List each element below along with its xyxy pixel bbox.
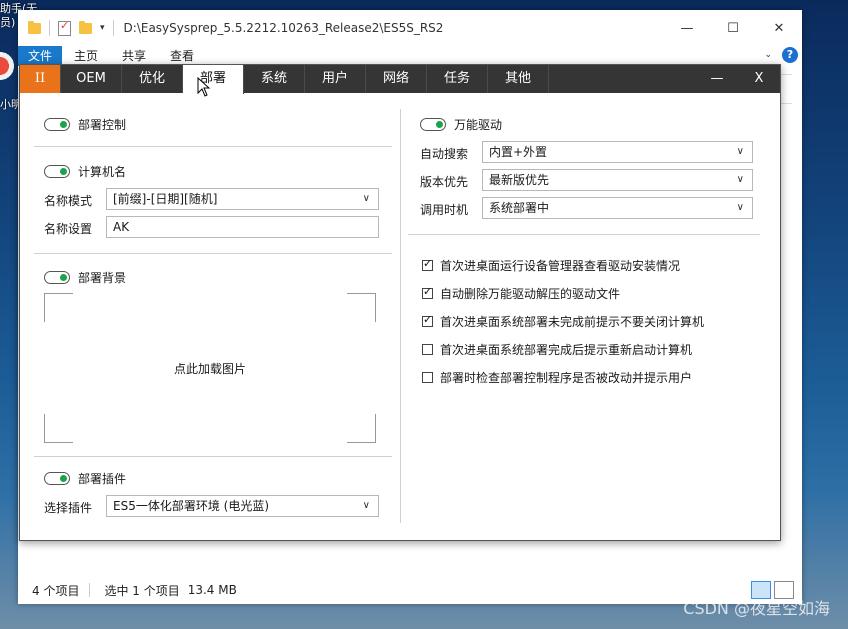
checkbox-label: 自动删除万能驱动解压的驱动文件	[440, 287, 621, 301]
tab-user[interactable]: 用户	[305, 65, 366, 93]
checkbox-checked[interactable]	[422, 257, 433, 271]
dialog-tab-bar: II OEM 优化 部署 系统 用户 网络 任务 其他 — X	[20, 65, 780, 94]
checkbox-row[interactable]: 首次进桌面运行设备管理器查看驱动安装情况	[422, 257, 680, 274]
checkbox-unchecked[interactable]	[422, 344, 433, 355]
tab-optimize[interactable]: 优化	[122, 65, 183, 93]
chevron-down-icon: ∨	[736, 174, 744, 185]
dialog-minimize-button[interactable]: —	[702, 65, 732, 93]
auto-search-value: 内置+外置	[489, 145, 548, 159]
desktop-app-icon[interactable]	[0, 44, 16, 88]
deploy-background-toggle[interactable]	[44, 271, 70, 284]
deploy-plugin-toggle[interactable]	[44, 472, 70, 485]
column-divider	[400, 109, 401, 523]
deploy-plugin-row: 部署插件	[44, 470, 126, 487]
select-plugin-label: 选择插件	[44, 501, 93, 515]
new-folder-icon[interactable]	[79, 20, 92, 34]
help-icon[interactable]: ?	[782, 47, 798, 63]
checkbox-row[interactable]: 首次进桌面系统部署完成后提示重新启动计算机	[422, 341, 692, 358]
chevron-down-icon: ∨	[736, 146, 744, 157]
chevron-down-icon: ∨	[362, 500, 370, 511]
version-priority-label: 版本优先	[420, 175, 469, 189]
select-plugin-value: ES5一体化部署环境 (电光蓝)	[113, 499, 270, 513]
divider	[34, 146, 392, 147]
select-plugin-select[interactable]: ES5一体化部署环境 (电光蓝) ∨	[106, 495, 379, 517]
name-setting-input[interactable]: AK	[106, 216, 379, 238]
version-priority-select[interactable]: 最新版优先 ∨	[482, 169, 753, 191]
universal-driver-label: 万能驱动	[454, 118, 503, 132]
call-timing-value: 系统部署中	[489, 201, 550, 215]
customize-toolbar-icon[interactable]: ▾	[100, 23, 105, 33]
chevron-down-icon: ∨	[362, 193, 370, 204]
divider	[49, 20, 50, 36]
selected-count: 选中 1 个项目	[104, 583, 180, 598]
window-path-title: D:\EasySysprep_5.5.2212.10263_Release2\E…	[123, 21, 444, 35]
deploy-plugin-label: 部署插件	[78, 472, 127, 486]
tab-deploy[interactable]: 部署	[183, 65, 244, 94]
load-image-label: 点此加载图片	[173, 361, 246, 376]
name-mode-select[interactable]: [前缀]-[日期][随机] ∨	[106, 188, 379, 210]
divider	[408, 234, 760, 235]
tab-oem[interactable]: OEM	[61, 65, 122, 93]
universal-driver-row: 万能驱动	[420, 116, 502, 133]
universal-driver-toggle[interactable]	[420, 118, 446, 131]
divider	[34, 253, 392, 254]
checkbox-row[interactable]: 自动删除万能驱动解压的驱动文件	[422, 285, 620, 302]
easysysprep-dialog: II OEM 优化 部署 系统 用户 网络 任务 其他 — X 部署控制 计算机…	[19, 64, 781, 541]
version-priority-value: 最新版优先	[489, 173, 550, 187]
checkbox-unchecked[interactable]	[422, 372, 433, 383]
checkbox-label: 首次进桌面系统部署完成后提示重新启动计算机	[440, 343, 693, 357]
checkbox-checked[interactable]	[422, 313, 433, 327]
ribbon-tab-view[interactable]: 查看	[158, 46, 206, 66]
auto-search-select[interactable]: 内置+外置 ∨	[482, 141, 753, 163]
checkbox-checked[interactable]	[422, 285, 433, 299]
item-count: 4 个项目	[32, 583, 80, 598]
dialog-close-button[interactable]: X	[744, 65, 774, 93]
tab-task[interactable]: 任务	[427, 65, 488, 93]
explorer-titlebar: ▾ D:\EasySysprep_5.5.2212.10263_Release2…	[18, 10, 802, 46]
chevron-down-icon: ∨	[736, 202, 744, 213]
checkbox-label: 部署时检查部署控制程序是否被改动并提示用户	[440, 371, 693, 385]
folder-icon	[28, 20, 41, 34]
app-logo: II	[20, 65, 61, 93]
close-button[interactable]: ✕	[756, 10, 802, 46]
divider	[34, 456, 392, 457]
checkbox-label: 首次进桌面系统部署未完成前提示不要关闭计算机	[440, 315, 705, 329]
call-timing-select[interactable]: 系统部署中 ∨	[482, 197, 753, 219]
deploy-control-toggle[interactable]	[44, 118, 70, 131]
minimize-button[interactable]: —	[664, 10, 710, 46]
divider	[112, 20, 114, 36]
divider	[89, 583, 91, 597]
tab-network[interactable]: 网络	[366, 65, 427, 93]
deploy-background-label: 部署背景	[78, 271, 127, 285]
computer-name-label: 计算机名	[78, 165, 127, 179]
auto-search-label: 自动搜索	[420, 147, 469, 161]
tab-other[interactable]: 其他	[488, 65, 549, 93]
csdn-watermark: CSDN @夜星空如海	[683, 599, 830, 618]
mouse-pointer-icon	[197, 77, 211, 97]
name-mode-label: 名称模式	[44, 194, 93, 208]
maximize-button[interactable]: ☐	[710, 10, 756, 46]
desktop-label-fragment: 员)	[0, 16, 16, 29]
computer-name-toggle[interactable]	[44, 165, 70, 178]
computer-name-row: 计算机名	[44, 163, 126, 180]
deploy-control-label: 部署控制	[78, 118, 127, 132]
checkbox-row[interactable]: 部署时检查部署控制程序是否被改动并提示用户	[422, 369, 692, 386]
ribbon-tab-home[interactable]: 主页	[62, 46, 110, 66]
properties-icon[interactable]	[58, 19, 71, 36]
ribbon-tabs: 文件 主页 共享 查看 ⌄ ?	[18, 46, 802, 66]
deploy-control-row: 部署控制	[44, 116, 126, 133]
call-timing-label: 调用时机	[420, 203, 469, 217]
name-mode-value: [前缀]-[日期][随机]	[113, 192, 218, 206]
ribbon-tab-file[interactable]: 文件	[18, 46, 62, 66]
selected-size: 13.4 MB	[187, 583, 237, 597]
name-setting-label: 名称设置	[44, 222, 93, 236]
ribbon-tab-share[interactable]: 共享	[110, 46, 158, 66]
tab-system[interactable]: 系统	[244, 65, 305, 93]
checkbox-label: 首次进桌面运行设备管理器查看驱动安装情况	[440, 259, 681, 273]
checkbox-row[interactable]: 首次进桌面系统部署未完成前提示不要关闭计算机	[422, 313, 704, 330]
background-image-picker[interactable]: 点此加载图片	[44, 293, 376, 443]
deploy-background-row: 部署背景	[44, 269, 126, 286]
expand-ribbon-icon[interactable]: ⌄	[764, 50, 772, 60]
